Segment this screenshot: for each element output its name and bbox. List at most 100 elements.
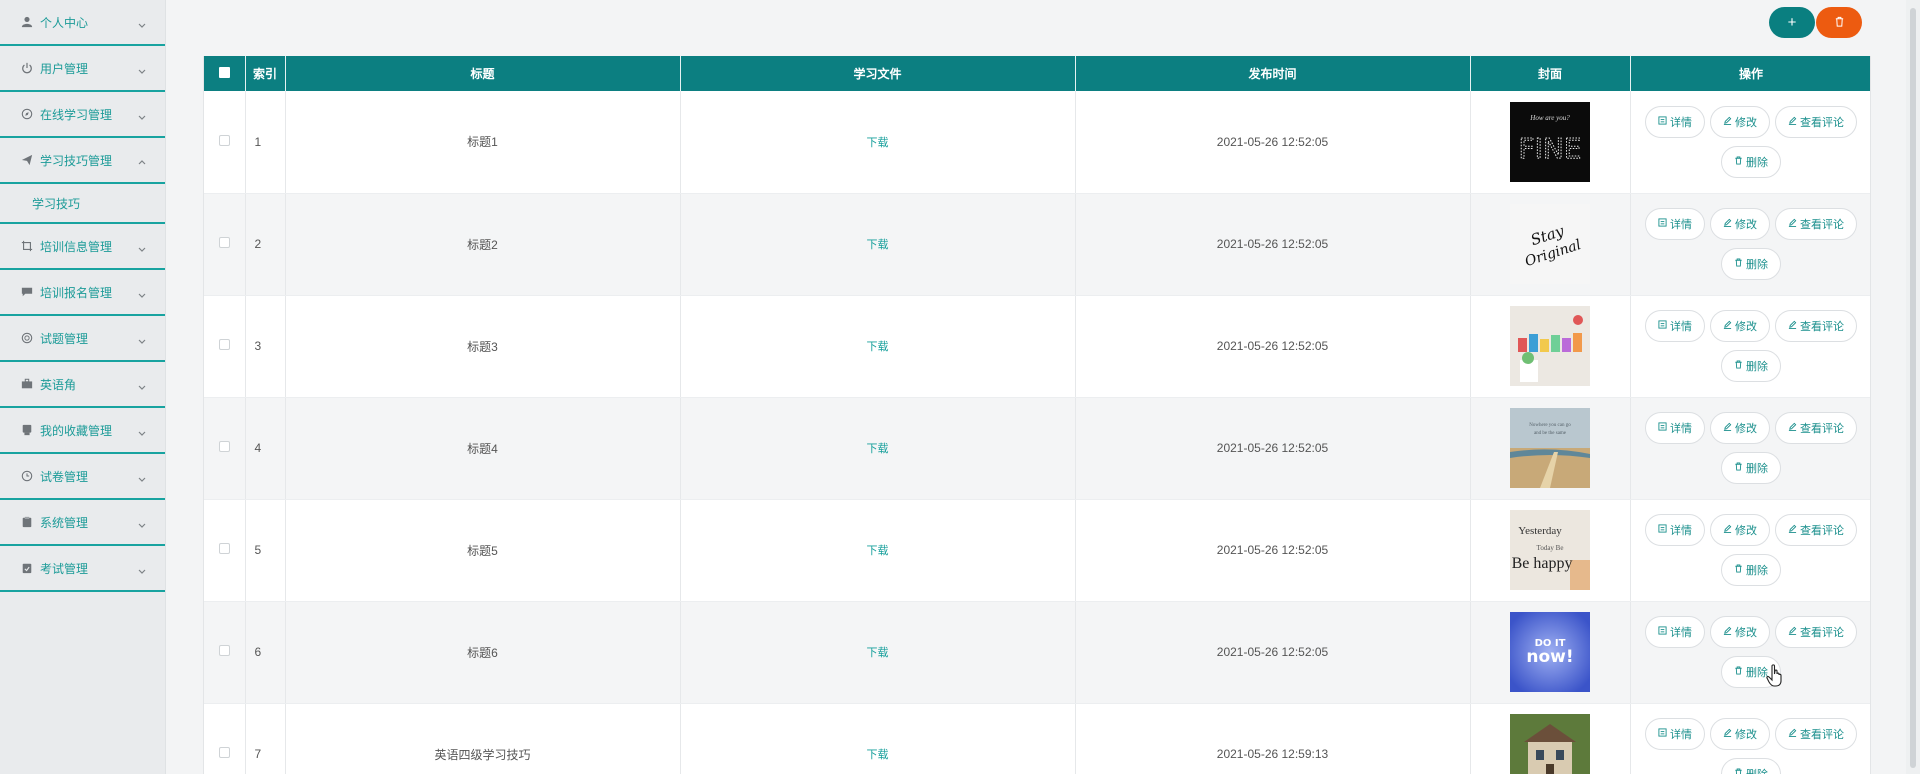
edit-button[interactable]: 修改 — [1710, 105, 1770, 138]
row-checkbox[interactable] — [218, 237, 230, 248]
delete-label: 删除 — [1746, 766, 1768, 774]
detail-button[interactable]: 详情 — [1645, 412, 1705, 444]
table-row[interactable]: 2 标题2 下载 2021-05-26 12:52:05 Stay Original 详情 修… — [204, 193, 1870, 296]
download-link[interactable]: 下载 — [867, 137, 889, 149]
delete-button[interactable]: 删除 — [1721, 758, 1781, 774]
detail-button[interactable]: 详情 — [1645, 616, 1705, 648]
row-checkbox[interactable] — [218, 645, 230, 656]
edit-label: 修改 — [1735, 219, 1757, 231]
sidebar-item-question-management[interactable]: 试题管理 — [0, 316, 165, 362]
row-publish-time: 2021-05-26 12:59:13 — [1075, 703, 1471, 774]
data-table: 索引 标题 学习文件 发布时间 封面 操作 1 标题1 下载 2021-05-26 1… — [203, 56, 1871, 774]
detail-button[interactable]: 详情 — [1645, 208, 1705, 240]
hand-cursor-icon — [1766, 664, 1784, 688]
edit-button[interactable]: 修改 — [1710, 310, 1770, 342]
sidebar-item-exam-management[interactable]: 考试管理 — [0, 546, 165, 592]
row-checkbox[interactable] — [218, 543, 230, 554]
delete-button[interactable]: 删除 — [1721, 350, 1781, 382]
row-file-cell: 下载 — [680, 295, 1076, 398]
sidebar-item-training-info[interactable]: 培训信息管理 — [0, 224, 165, 270]
delete-button[interactable]: 删除 — [1721, 145, 1781, 178]
view-comments-button[interactable]: 查看评论 — [1775, 105, 1857, 138]
delete-button[interactable]: 删除 — [1721, 452, 1781, 484]
chevron-down-icon — [137, 471, 147, 482]
column-header-time: 发布时间 — [1075, 56, 1471, 91]
pencil-icon — [1788, 320, 1797, 332]
view-comments-label: 查看评论 — [1800, 627, 1844, 639]
row-select-cell[interactable] — [204, 193, 246, 296]
table-row[interactable]: 7英语四级学习技巧下载 2021-05-26 12:59:13 详情 修改 查看评论删除 — [204, 703, 1870, 774]
select-all-checkbox[interactable] — [218, 66, 230, 78]
row-title: 标题1 — [285, 91, 681, 194]
edit-button[interactable]: 修改 — [1710, 718, 1770, 750]
download-link[interactable]: 下载 — [867, 341, 889, 353]
row-select-cell[interactable] — [204, 703, 246, 774]
detail-label: 详情 — [1670, 627, 1692, 639]
sidebar-subitem-study-tips[interactable]: 学习技巧 — [0, 184, 165, 224]
delete-button[interactable]: 删除 — [1721, 554, 1781, 586]
sidebar-item-personal-center[interactable]: 个人中心 — [0, 0, 165, 46]
view-comments-button[interactable]: 查看评论 — [1775, 718, 1857, 750]
row-cover-cell — [1470, 703, 1631, 774]
delete-label: 删除 — [1746, 565, 1768, 577]
table-row[interactable]: 5 标题5 下载 2021-05-26 12:52:05 Yesterday Today … — [204, 499, 1870, 602]
chevron-down-icon — [137, 109, 147, 120]
table-row[interactable]: 1 标题1 下载 2021-05-26 12:52:05 How are you? FIN… — [204, 91, 1870, 194]
detail-button[interactable]: 详情 — [1645, 310, 1705, 342]
row-actions-cell: 详情 修改 查看评论删除 — [1630, 601, 1870, 704]
delete-button[interactable]: 删除 — [1721, 248, 1781, 280]
download-link[interactable]: 下载 — [867, 239, 889, 251]
detail-button[interactable]: 详情 — [1645, 105, 1705, 138]
select-all-header[interactable] — [204, 56, 246, 91]
delete-label: 删除 — [1746, 156, 1768, 169]
table-row[interactable]: 6 标题6 下载 2021-05-26 12:52:05 DO IT now! 详情 修改 查看… — [204, 601, 1870, 704]
trash-icon — [1834, 14, 1845, 32]
edit-button[interactable]: 修改 — [1710, 208, 1770, 240]
row-select-cell[interactable] — [204, 397, 246, 500]
row-checkbox[interactable] — [218, 339, 230, 350]
row-checkbox[interactable] — [218, 134, 230, 146]
view-comments-button[interactable]: 查看评论 — [1775, 310, 1857, 342]
edit-button[interactable]: 修改 — [1710, 514, 1770, 546]
table-row[interactable]: 4 标题4 下载 2021-05-26 12:52:05 Nowhere you can… — [204, 397, 1870, 500]
row-index: 3 — [245, 295, 286, 398]
row-select-cell[interactable] — [204, 91, 246, 194]
batch-delete-button[interactable] — [1816, 7, 1862, 38]
view-comments-button[interactable]: 查看评论 — [1775, 208, 1857, 240]
download-link[interactable]: 下载 — [867, 443, 889, 455]
download-link[interactable]: 下载 — [867, 545, 889, 557]
sidebar-item-english-corner[interactable]: 英语角 — [0, 362, 165, 408]
chevron-down-icon — [137, 563, 147, 574]
add-button[interactable]: + — [1769, 7, 1815, 38]
view-comments-button[interactable]: 查看评论 — [1775, 412, 1857, 444]
row-select-cell[interactable] — [204, 499, 246, 602]
sidebar-item-study-tips-management[interactable]: 学习技巧管理 — [0, 138, 165, 184]
row-checkbox[interactable] — [218, 747, 230, 758]
row-select-cell[interactable] — [204, 295, 246, 398]
sidebar-item-user-management[interactable]: 用户管理 — [0, 46, 165, 92]
view-comments-button[interactable]: 查看评论 — [1775, 616, 1857, 648]
sidebar-item-my-favorites[interactable]: 我的收藏管理 — [0, 408, 165, 454]
table-row[interactable]: 3 标题3 下载 2021-05-26 12:52:05 详情 修改 查看评论 删除 — [204, 295, 1870, 398]
send-icon — [20, 153, 34, 167]
sidebar-item-training-registration[interactable]: 培训报名管理 — [0, 270, 165, 316]
sidebar-item-online-learning[interactable]: 在线学习管理 — [0, 92, 165, 138]
delete-label: 删除 — [1746, 259, 1768, 271]
row-index: 2 — [245, 193, 286, 296]
detail-button[interactable]: 详情 — [1645, 514, 1705, 546]
scrollbar-thumb[interactable] — [1910, 8, 1916, 768]
globe-icon — [20, 331, 34, 345]
edit-label: 修改 — [1735, 627, 1757, 639]
row-checkbox[interactable] — [218, 441, 230, 452]
edit-button[interactable]: 修改 — [1710, 616, 1770, 648]
sidebar-item-paper-management[interactable]: 试卷管理 — [0, 454, 165, 500]
download-link[interactable]: 下载 — [867, 749, 889, 761]
sidebar-item-system-management[interactable]: 系统管理 — [0, 500, 165, 546]
download-link[interactable]: 下载 — [867, 647, 889, 659]
detail-button[interactable]: 详情 — [1645, 718, 1705, 750]
pencil-icon — [1723, 116, 1732, 128]
row-select-cell[interactable] — [204, 601, 246, 704]
view-comments-button[interactable]: 查看评论 — [1775, 514, 1857, 546]
row-file-cell: 下载 — [680, 601, 1076, 704]
edit-button[interactable]: 修改 — [1710, 412, 1770, 444]
